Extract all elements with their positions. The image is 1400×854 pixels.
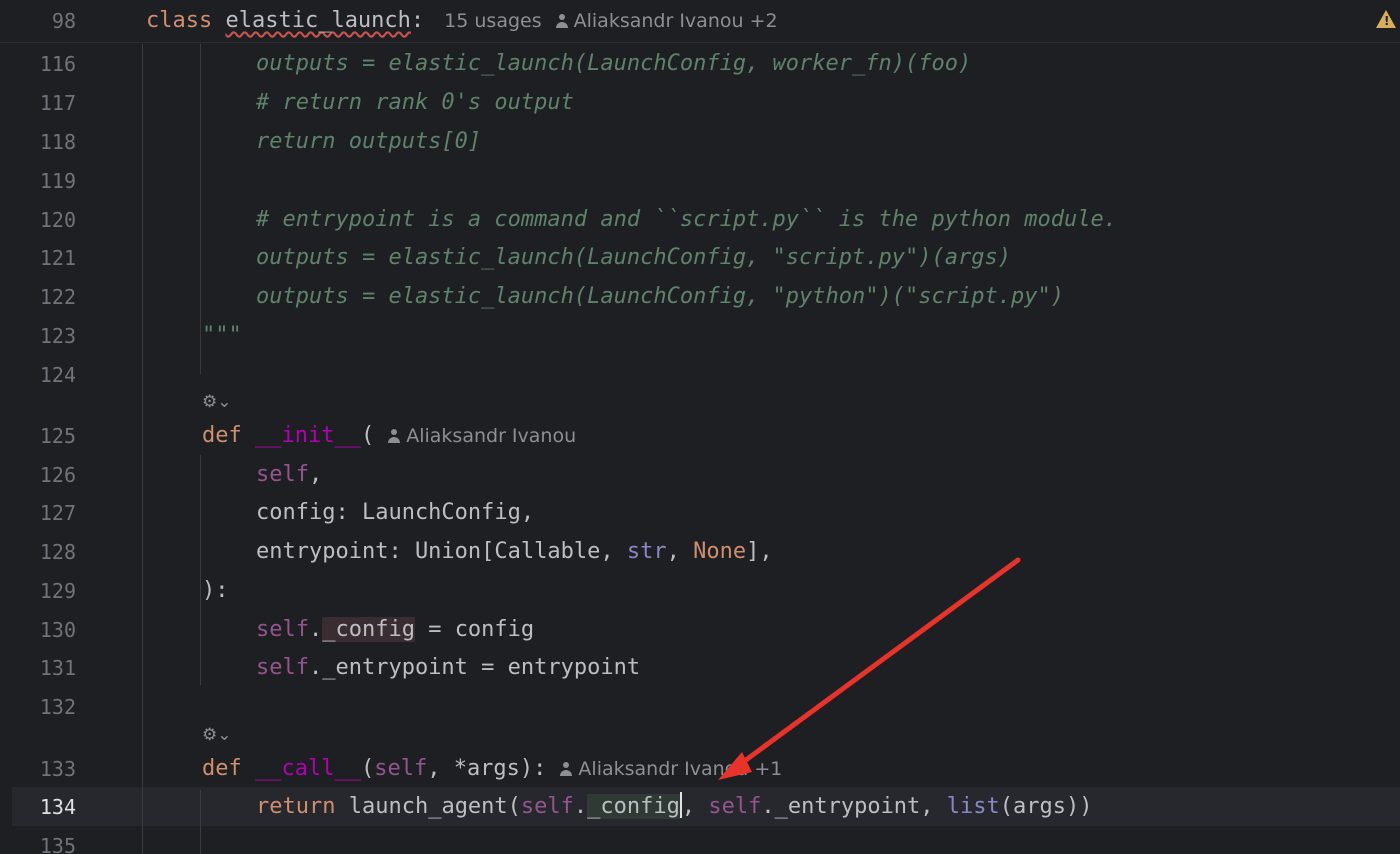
code-editor[interactable]: 116 117 118 119 120 121 122 123 124 125 … <box>0 0 1400 854</box>
annotation-arrow <box>718 557 1021 780</box>
